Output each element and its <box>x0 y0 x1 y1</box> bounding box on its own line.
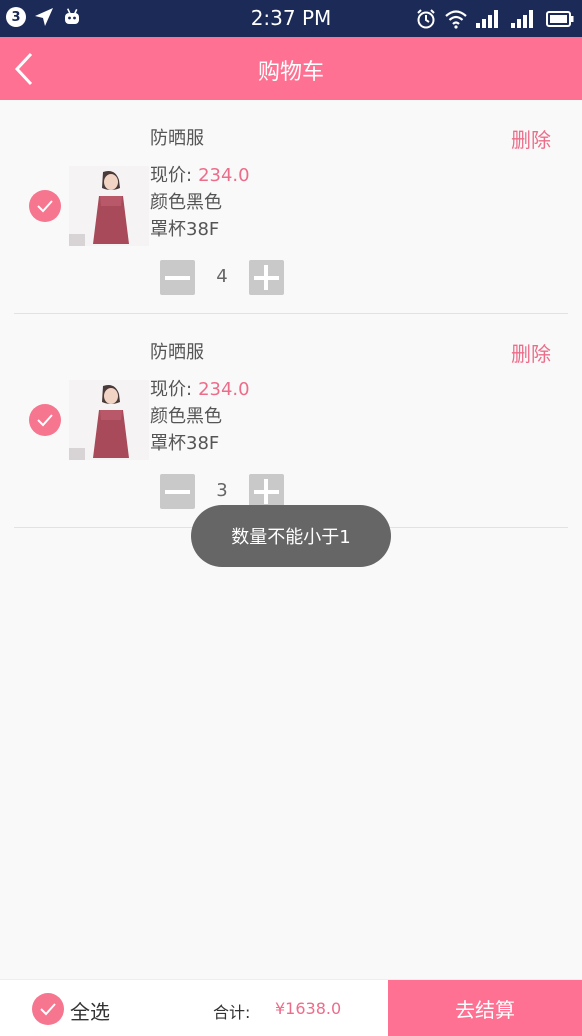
decrease-quantity-button[interactable] <box>160 260 195 295</box>
check-icon <box>40 1003 56 1016</box>
bottom-bar: 全选 合计: ¥1638.0 去结算 <box>0 979 582 1036</box>
select-all-label[interactable]: 全选 <box>70 996 110 1025</box>
toast-message: 数量不能小于1 <box>191 505 391 567</box>
status-right-icons <box>416 8 574 30</box>
item-checkbox[interactable] <box>29 190 61 222</box>
price-value: 234.0 <box>198 379 250 400</box>
product-name: 防晒服 <box>150 342 204 363</box>
plus-icon-vertical <box>264 479 268 504</box>
checkout-button[interactable]: 去结算 <box>388 980 582 1036</box>
check-icon <box>37 414 53 427</box>
alarm-icon <box>417 9 435 29</box>
item-checkbox[interactable] <box>29 404 61 436</box>
header: 购物车 <box>0 37 582 100</box>
minus-icon <box>165 276 190 280</box>
product-size: 罩杯38F <box>150 219 220 240</box>
price-label: 现价: <box>150 379 193 400</box>
price-row: 现价: 234.0 <box>150 375 250 401</box>
page-title: 购物车 <box>257 60 324 85</box>
signal-icon <box>476 10 498 28</box>
battery-icon <box>546 11 574 27</box>
wifi-icon <box>445 10 467 29</box>
product-thumbnail[interactable] <box>69 380 149 460</box>
minus-icon <box>165 490 190 494</box>
product-size: 罩杯38F <box>150 433 220 454</box>
product-color: 颜色黑色 <box>150 406 222 427</box>
total-value: ¥1638.0 <box>275 999 342 1018</box>
delete-button[interactable]: 删除 <box>511 124 551 153</box>
price-value: 234.0 <box>198 165 250 186</box>
price-row: 现价: 234.0 <box>150 161 250 187</box>
plus-icon-vertical <box>264 265 268 290</box>
quantity-value: 4 <box>216 266 228 287</box>
total-label: 合计: <box>213 1003 251 1022</box>
quantity-value: 3 <box>216 480 228 501</box>
increase-quantity-button[interactable] <box>249 474 284 509</box>
product-name: 防晒服 <box>150 128 204 149</box>
check-icon <box>37 200 53 213</box>
product-color: 颜色黑色 <box>150 192 222 213</box>
select-all-checkbox[interactable] <box>32 993 64 1025</box>
product-thumbnail[interactable] <box>69 166 149 246</box>
cart-item: 防晒服 删除 现价: 234.0 颜色黑色 罩杯38F 3 <box>0 314 582 528</box>
cart-item: 防晒服 删除 现价: 234.0 颜色黑色 罩杯38F 4 <box>0 100 582 314</box>
price-label: 现价: <box>150 165 193 186</box>
delete-button[interactable]: 删除 <box>511 338 551 367</box>
increase-quantity-button[interactable] <box>249 260 284 295</box>
product-image <box>69 166 149 246</box>
product-image <box>69 380 149 460</box>
decrease-quantity-button[interactable] <box>160 474 195 509</box>
signal-icon-2 <box>511 10 533 28</box>
status-bar: 3 2:37 PM <box>0 0 582 37</box>
